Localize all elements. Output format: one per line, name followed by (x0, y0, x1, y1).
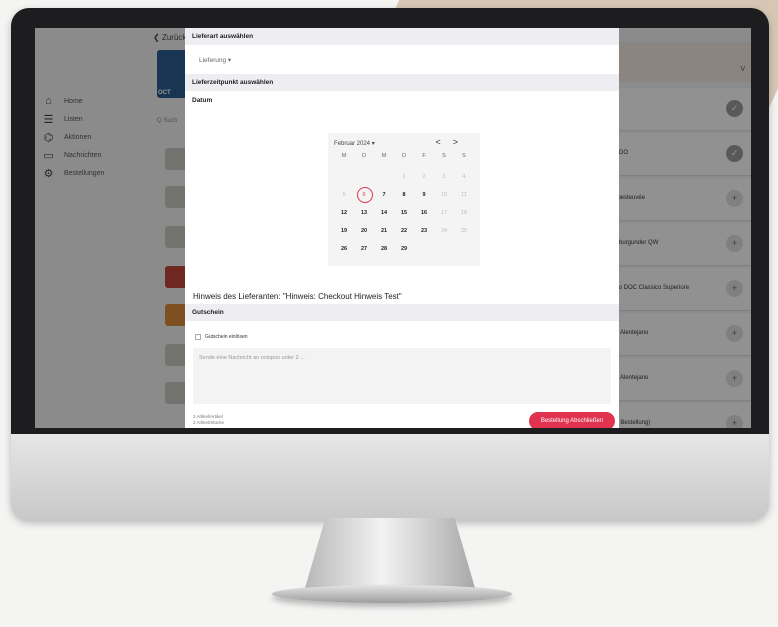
order-summary: 2 Artikel/Artikel 2 Artikel/Stücke (193, 414, 225, 425)
calendar-day[interactable]: 22 (394, 223, 414, 239)
calendar-day[interactable]: 25 (454, 223, 474, 239)
monitor-stand (305, 518, 475, 588)
date-label: Datum (192, 97, 213, 104)
supplier-hint: Hinweis des Lieferanten: "Hinweis: Check… (193, 292, 402, 301)
calendar-day[interactable]: 5 (334, 187, 354, 203)
screen: ❮ Zurück OCT Q Such ⌂ Home ☰ Listen ⌬ Aktio… (35, 28, 751, 428)
calendar-day[interactable]: 24 (434, 223, 454, 239)
calendar-day[interactable]: 28 (374, 241, 394, 257)
calendar-day (334, 169, 354, 185)
monitor-stand-base (272, 585, 512, 603)
chevron-left-icon[interactable]: < (435, 137, 452, 147)
weekday-label: F (422, 153, 426, 159)
calendar-day[interactable]: 14 (374, 205, 394, 221)
calendar-week: 5 6 7 8 9 10 11 (334, 187, 474, 203)
voucher-checkbox[interactable]: Gutschein einlösen (195, 334, 248, 340)
calendar-day[interactable]: 13 (354, 205, 374, 221)
calendar-day[interactable]: 2 (414, 169, 434, 185)
calendar-day[interactable]: 9 (414, 187, 434, 203)
calendar-day[interactable]: 15 (394, 205, 414, 221)
calendar-day[interactable]: 18 (454, 205, 474, 221)
calendar-day[interactable]: 12 (334, 205, 354, 221)
calendar-day (434, 241, 454, 257)
calendar-day (374, 169, 394, 185)
calendar-day (454, 241, 474, 257)
calendar-day[interactable]: 19 (334, 223, 354, 239)
weekday-label: M (341, 153, 347, 159)
voucher-heading: Gutschein (185, 304, 619, 321)
calendar-day[interactable]: 17 (434, 205, 454, 221)
weekday-label: D (362, 153, 366, 159)
checkbox-icon (195, 334, 201, 340)
calendar-day[interactable]: 8 (394, 187, 414, 203)
calendar-day[interactable]: 4 (454, 169, 474, 185)
calendar-day (354, 169, 374, 185)
calendar-day[interactable]: 16 (414, 205, 434, 221)
weekday-label: M (381, 153, 387, 159)
monitor-chin (11, 434, 769, 520)
chevron-right-icon[interactable]: > (453, 137, 470, 147)
calendar-day[interactable]: 1 (394, 169, 414, 185)
calendar-week: 12 13 14 15 16 17 18 (334, 205, 474, 221)
calendar-day[interactable]: 3 (434, 169, 454, 185)
calendar-day[interactable]: 20 (354, 223, 374, 239)
calendar-day[interactable]: 26 (334, 241, 354, 257)
delivery-type-heading: Lieferart auswählen (185, 28, 619, 45)
weekday-label: D (402, 153, 406, 159)
month-nav: <> (435, 137, 470, 147)
calendar-day[interactable]: 10 (434, 187, 454, 203)
message-textarea[interactable]: Sende eine Nachricht an octopus unter 2 … (193, 348, 611, 404)
calendar-day (414, 241, 434, 257)
calendar-day[interactable]: 7 (374, 187, 394, 203)
complete-order-button[interactable]: Bestellung Abschließen (529, 412, 615, 428)
month-select[interactable]: Februar 2024 ▾ (334, 140, 375, 147)
calendar-day[interactable]: 11 (454, 187, 474, 203)
weekday-label: S (442, 153, 446, 159)
calendar-day[interactable]: 21 (374, 223, 394, 239)
weekday-header: MDMDFSS (334, 153, 474, 159)
delivery-type-select[interactable]: Lieferung ▾ (185, 45, 619, 74)
delivery-time-heading: Lieferzeitpunkt auswählen (185, 74, 619, 91)
calendar-day[interactable]: 6 (354, 187, 374, 203)
calendar-day[interactable]: 29 (394, 241, 414, 257)
weekday-label: S (462, 153, 466, 159)
calendar-day[interactable]: 27 (354, 241, 374, 257)
calendar-day[interactable]: 23 (414, 223, 434, 239)
calendar-week: 26 27 28 29 (334, 241, 474, 257)
checkout-modal: Lieferart auswählen Lieferung ▾ Lieferze… (185, 28, 619, 428)
calendar-week: 1234 (334, 169, 474, 185)
calendar-week: 19 20 21 22 23 24 25 (334, 223, 474, 239)
monitor: ❮ Zurück OCT Q Such ⌂ Home ☰ Listen ⌬ Aktio… (11, 8, 769, 520)
date-picker: Februar 2024 ▾ <> MDMDFSS 1 2 3 4 5 6 7 8 9 10 11 1… (328, 133, 480, 266)
